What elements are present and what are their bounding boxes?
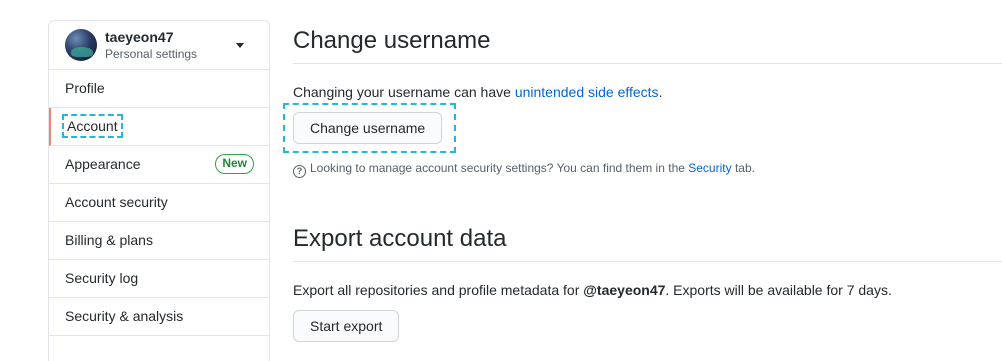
description-text: Changing your username can have [293,84,515,100]
export-handle: @taeyeon47 [583,282,666,298]
sidebar-item-profile[interactable]: Profile [49,70,269,108]
sidebar-item-label: Profile [65,80,105,96]
export-text-end: . Exports will be available for 7 days. [665,282,892,298]
sidebar-item-label: Account [62,114,123,138]
export-text: Export all repositories and profile meta… [293,282,584,298]
change-username-description: Changing your username can have unintend… [293,84,662,100]
sidebar-item-account[interactable]: Account [49,108,269,146]
avatar [65,29,97,61]
sidebar-item-label: Security log [65,270,139,286]
chevron-down-icon[interactable] [236,43,244,48]
security-note: ? Looking to manage account security sett… [293,161,755,178]
sidebar-subtitle: Personal settings [105,47,198,61]
account-switcher[interactable]: taeyeon47 Personal settings [49,21,269,70]
export-heading: Export account data [293,225,1002,262]
sidebar-item-label: Billing & plans [65,232,153,248]
sidebar-username: taeyeon47 [105,29,174,45]
sidebar-item-label: Appearance [65,156,141,172]
description-text-end: . [658,84,663,100]
change-username-button[interactable]: Change username [293,112,443,144]
sidebar-item-label: Security & analysis [65,308,184,324]
security-tab-link[interactable]: Security [688,161,731,175]
sidebar-item-appearance[interactable]: Appearance New [49,146,269,184]
sidebar-item-billing[interactable]: Billing & plans [49,222,269,260]
sidebar-item-account-security[interactable]: Account security [49,184,269,222]
sidebar-item-label: Account security [65,194,168,210]
question-icon: ? [293,165,306,178]
settings-sidebar: taeyeon47 Personal settings Profile Acco… [48,20,270,361]
sidebar-item-security-log[interactable]: Security log [49,260,269,298]
note-text: Looking to manage account security setti… [310,161,689,175]
sidebar-item-security-analysis[interactable]: Security & analysis [49,298,269,336]
side-effects-link[interactable]: unintended side effects [515,84,659,100]
note-text-end: tab. [731,161,755,175]
change-username-heading: Change username [293,27,1002,64]
start-export-button[interactable]: Start export [293,310,400,342]
export-description: Export all repositories and profile meta… [293,282,892,298]
new-badge: New [215,154,254,174]
